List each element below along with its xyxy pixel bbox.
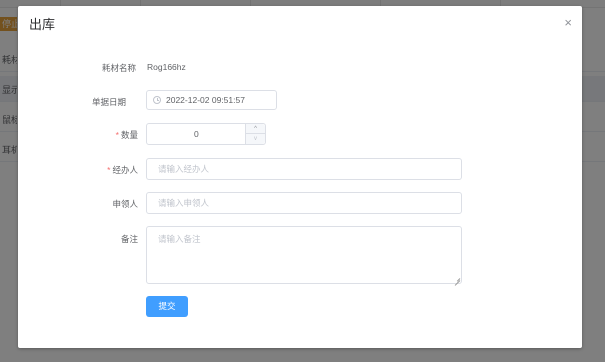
handler-label-text: 经办人 <box>112 165 138 175</box>
material-name-value: Rog166hz <box>147 62 186 72</box>
material-name-label: 耗材名称 <box>76 62 136 74</box>
increase-icon[interactable]: ^ <box>246 124 265 134</box>
material-name-label-text: 耗材名称 <box>101 63 136 73</box>
applicant-label-text: 申领人 <box>112 199 138 209</box>
document-date-input[interactable]: 2022-12-02 09:51:57 <box>146 90 277 110</box>
resize-handle-icon[interactable] <box>454 276 460 282</box>
close-icon[interactable]: × <box>564 15 572 31</box>
stepper-controls: ^ v <box>245 124 265 144</box>
document-date-label: 单据日期 <box>66 96 126 108</box>
clock-icon <box>153 96 161 104</box>
submit-button[interactable]: 提交 <box>146 296 188 317</box>
decrease-icon[interactable]: v <box>246 134 265 144</box>
applicant-label: 申领人 <box>78 198 138 210</box>
required-mark: * <box>115 130 119 140</box>
handler-label: * 经办人 <box>78 164 138 176</box>
applicant-input[interactable]: 请输入申领人 <box>146 192 462 214</box>
stock-out-dialog: 出库 × 耗材名称 Rog166hz 单据日期 2022-12-02 09:51… <box>18 6 582 348</box>
quantity-stepper[interactable]: 0 ^ v <box>146 123 266 145</box>
document-date-value: 2022-12-02 09:51:57 <box>166 95 245 105</box>
quantity-value: 0 <box>194 129 199 139</box>
document-date-label-text: 单据日期 <box>91 97 126 107</box>
remark-placeholder: 请输入备注 <box>158 234 201 244</box>
dialog-title: 出库 <box>29 17 56 32</box>
quantity-label: * 数量 <box>78 129 138 141</box>
handler-placeholder: 请输入经办人 <box>158 164 210 174</box>
remark-textarea[interactable]: 请输入备注 <box>146 226 462 284</box>
remark-label: 备注 <box>78 233 138 245</box>
quantity-label-text: 数量 <box>120 130 138 140</box>
remark-label-text: 备注 <box>120 234 138 244</box>
handler-input[interactable]: 请输入经办人 <box>146 158 462 180</box>
required-mark: * <box>107 165 111 175</box>
applicant-placeholder: 请输入申领人 <box>158 198 210 208</box>
